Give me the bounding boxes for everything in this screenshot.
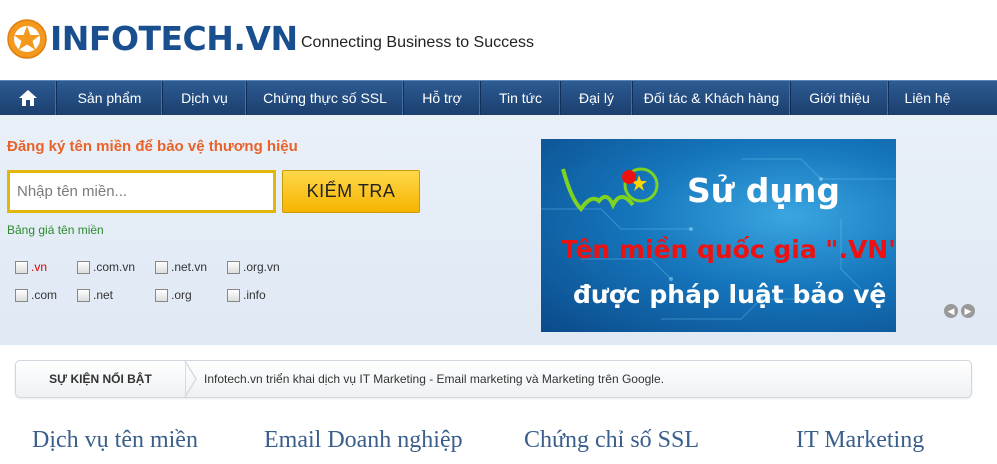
logo-star-icon [7, 19, 47, 59]
nav-item-lien-he[interactable]: Liên hệ [889, 81, 966, 115]
prev-arrow-icon[interactable]: ◀ [944, 304, 958, 318]
event-label: SỰ KIỆN NỔI BẬT [16, 361, 186, 397]
promo-line-1: Sử dụng [687, 171, 840, 210]
checkbox[interactable] [77, 260, 90, 274]
promo-line-3: được pháp luật bảo vệ [573, 280, 887, 309]
logo-text: INFOTECH.VN [50, 19, 298, 58]
tld-checkbox-net[interactable]: .net [77, 288, 113, 302]
tld-checkbox-org-vn[interactable]: .org.vn [227, 260, 280, 274]
checkbox[interactable] [77, 288, 90, 302]
home-icon [19, 90, 37, 106]
promo-line-2: Tên miền quốc gia ".VN" [561, 235, 896, 264]
nav-item-doi-tac[interactable]: Đối tác & Khách hàng [633, 81, 791, 115]
next-arrow-icon[interactable]: ▶ [961, 304, 975, 318]
check-domain-button[interactable]: KIỂM TRA [282, 170, 420, 213]
tld-checkbox-com[interactable]: .com [15, 288, 57, 302]
nav-home[interactable] [0, 81, 57, 115]
checkbox[interactable] [15, 288, 28, 302]
chevron-right-icon [184, 361, 197, 397]
checkbox[interactable] [227, 288, 240, 302]
tld-checkbox-info[interactable]: .info [227, 288, 266, 302]
tld-checkbox-com-vn[interactable]: .com.vn [77, 260, 135, 274]
checkbox[interactable] [227, 260, 240, 274]
slider-arrows: ◀ ▶ [944, 304, 975, 318]
nav-item-tin-tuc[interactable]: Tin tức [481, 81, 561, 115]
nav-item-ho-tro[interactable]: Hỗ trợ [404, 81, 481, 115]
domain-banner: Đăng ký tên miền để bảo vệ thương hiệu K… [0, 115, 997, 345]
domain-register-title: Đăng ký tên miền để bảo vệ thương hiệu [7, 138, 298, 155]
tld-checkbox-vn[interactable]: .vn [15, 260, 47, 274]
nav-item-ssl[interactable]: Chứng thực số SSL [247, 81, 404, 115]
service-domain-link[interactable]: Dịch vụ tên miền [32, 427, 198, 454]
service-ssl-link[interactable]: Chứng chỉ số SSL [524, 427, 699, 454]
tld-checkbox-net-vn[interactable]: .net.vn [155, 260, 207, 274]
service-email-link[interactable]: Email Doanh nghiệp [264, 427, 463, 454]
event-headline-link[interactable]: Infotech.vn triển khai dịch vụ IT Market… [204, 372, 664, 386]
checkbox[interactable] [155, 260, 168, 274]
checkbox[interactable] [155, 288, 168, 302]
domain-price-link[interactable]: Bảng giá tên miền [7, 223, 104, 237]
header: INFOTECH.VN Connecting Business to Succe… [0, 0, 997, 80]
promo-banner[interactable]: Sử dụng Tên miền quốc gia ".VN" được phá… [541, 139, 896, 332]
nav-item-gioi-thieu[interactable]: Giới thiệu [791, 81, 889, 115]
main-nav: Sản phẩm Dịch vụ Chứng thực số SSL Hỗ tr… [0, 80, 997, 115]
domain-search-input[interactable] [7, 170, 276, 213]
nav-item-san-pham[interactable]: Sản phẩm [57, 81, 163, 115]
tagline: Connecting Business to Success [301, 34, 535, 51]
checkbox[interactable] [15, 260, 28, 274]
nav-item-dai-ly[interactable]: Đại lý [561, 81, 633, 115]
site-logo[interactable]: INFOTECH.VN [6, 18, 298, 60]
service-it-marketing-link[interactable]: IT Marketing [796, 427, 924, 454]
featured-event-bar: SỰ KIỆN NỔI BẬT Infotech.vn triển khai d… [15, 360, 972, 398]
nav-item-dich-vu[interactable]: Dịch vụ [163, 81, 247, 115]
vnnic-logo-icon [561, 167, 659, 213]
tld-checkbox-org[interactable]: .org [155, 288, 192, 302]
